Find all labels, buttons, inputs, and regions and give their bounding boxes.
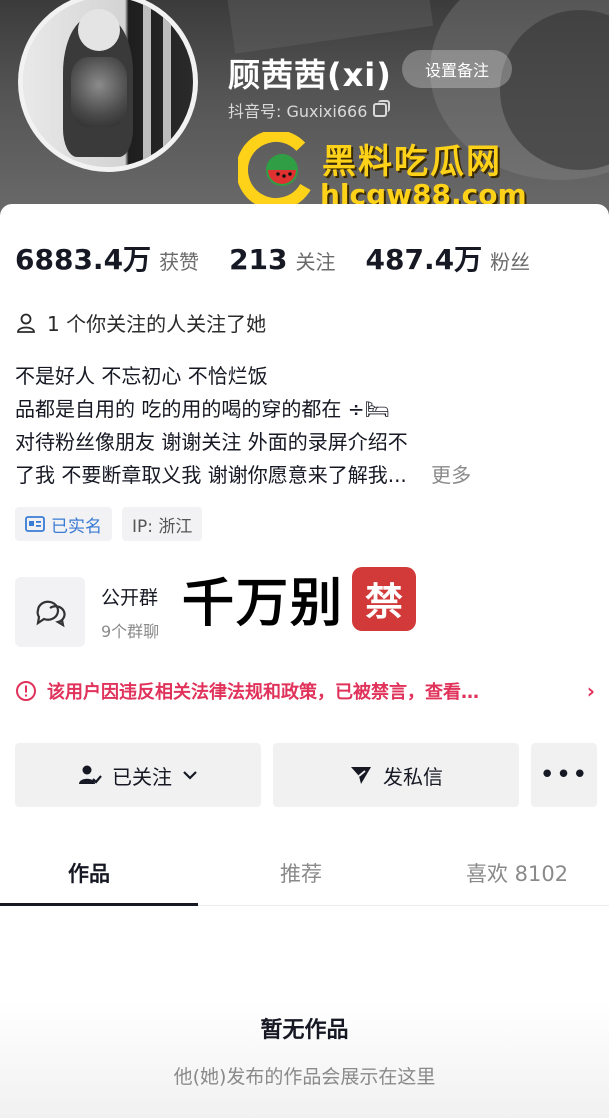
more-options-button[interactable]: ••• — [531, 743, 597, 807]
send-message-button[interactable]: 发私信 — [273, 743, 519, 807]
group-count: 9个群聊 — [101, 621, 160, 641]
profile-cover: 顾茜茜(xi) 设置备注 抖音号: Guxixi666 黑料吃瓜网 hlcgw8… — [0, 0, 609, 215]
bio-line: 了我 不要断章取义我 谢谢你愿意来了解我... — [15, 463, 407, 487]
chat-bubbles-icon — [15, 577, 85, 647]
bio-line: 对待粉丝像朋友 谢谢关注 外面的录屏介绍不 — [15, 430, 408, 454]
stat-label: 获赞 — [159, 250, 200, 274]
action-buttons: 已关注 发私信 ••• — [15, 743, 597, 807]
cover-decoration — [226, 0, 434, 54]
content-tabs: 作品 推荐 喜欢 8102 — [0, 840, 609, 906]
profile-stats: 6883.4万 获赞 213 关注 487.4万 粉丝 — [15, 238, 530, 278]
ban-notice[interactable]: 该用户因违反相关法律法规和政策，已被禁言，查看… › — [15, 678, 595, 704]
watermark-title: 黑料吃瓜网 — [322, 142, 502, 182]
empty-subtitle: 他(她)发布的作品会展示在这里 — [173, 1066, 436, 1088]
avatar-detail — [143, 0, 151, 167]
send-message-label: 发私信 — [383, 764, 443, 789]
bio-line: 不是好人 不忘初心 不恰烂饭 — [15, 364, 268, 388]
stat-label: 粉丝 — [490, 250, 531, 274]
mutual-follow[interactable]: 1 个你关注的人关注了她 — [15, 308, 266, 337]
watermark-logo-icon — [238, 132, 314, 208]
followed-button[interactable]: 已关注 — [15, 743, 261, 807]
bio: 不是好人 不忘初心 不恰烂饭 品都是自用的 吃的用的喝的穿的都在 ÷🛏 对待粉丝… — [15, 360, 595, 492]
stat-following[interactable]: 213 关注 — [229, 243, 335, 276]
ip-location-label: IP: 浙江 — [132, 516, 193, 537]
douyin-id[interactable]: 抖音号: Guxixi666 — [228, 98, 391, 122]
tab-liked[interactable]: 喜欢 8102 — [466, 858, 568, 888]
empty-title: 暂无作品 — [260, 1018, 349, 1043]
verified-label: 已实名 — [51, 516, 102, 537]
person-icon — [17, 313, 35, 333]
active-tab-indicator — [0, 903, 198, 906]
group-title: 公开群 — [101, 586, 159, 609]
set-remark-button[interactable]: 设置备注 — [402, 50, 512, 88]
empty-state: 暂无作品 他(她)发布的作品会展示在这里 — [0, 1000, 609, 1118]
tab-works[interactable]: 作品 — [68, 858, 110, 888]
overlay-caption: 千万别 禁 — [182, 561, 417, 636]
bio-line-last: 了我 不要断章取义我 谢谢你愿意来了解我... 更多 — [15, 459, 595, 492]
stat-label: 关注 — [295, 250, 336, 274]
person-check-icon — [79, 765, 102, 784]
more-icon: ••• — [539, 760, 589, 790]
tab-recommended[interactable]: 推荐 — [280, 858, 322, 888]
avatar[interactable] — [18, 0, 198, 172]
profile-panel — [0, 204, 609, 1118]
stat-followers[interactable]: 487.4万 粉丝 — [366, 238, 531, 278]
stat-value: 487.4万 — [365, 243, 483, 276]
ban-notice-text: 该用户因违反相关法律法规和政策，已被禁言，查看… — [47, 682, 479, 703]
copy-icon[interactable] — [373, 100, 391, 117]
stat-value: 6883.4万 — [15, 243, 152, 276]
mutual-follow-text: 1 个你关注的人关注了她 — [47, 312, 267, 336]
chevron-right-icon: › — [586, 679, 595, 703]
avatar-detail — [71, 57, 127, 127]
stat-likes[interactable]: 6883.4万 获赞 — [15, 238, 199, 278]
avatar-detail — [163, 0, 171, 167]
avatar-head — [78, 9, 120, 51]
ban-badge: 禁 — [352, 566, 417, 631]
followed-label: 已关注 — [112, 764, 172, 789]
douyin-id-text: 抖音号: Guxixi666 — [228, 102, 368, 121]
alert-circle-icon — [16, 681, 36, 701]
bio-more-link[interactable]: 更多 — [431, 463, 471, 487]
nickname: 顾茜茜(xi) — [228, 56, 392, 94]
group-chat-entry[interactable]: 公开群 9个群聊 — [15, 577, 159, 647]
id-card-icon — [25, 516, 45, 532]
overlay-text: 千万别 — [182, 574, 345, 634]
stat-value: 213 — [229, 243, 288, 276]
bio-line: 品都是自用的 吃的用的喝的穿的都在 ÷🛏 — [15, 397, 390, 421]
profile-tags: 已实名 IP: 浙江 — [15, 507, 203, 541]
ip-location-tag: IP: 浙江 — [122, 507, 203, 541]
group-info: 公开群 9个群聊 — [101, 583, 159, 642]
verified-tag[interactable]: 已实名 — [15, 507, 112, 541]
paper-plane-icon — [351, 767, 371, 784]
chevron-down-icon — [183, 771, 197, 780]
